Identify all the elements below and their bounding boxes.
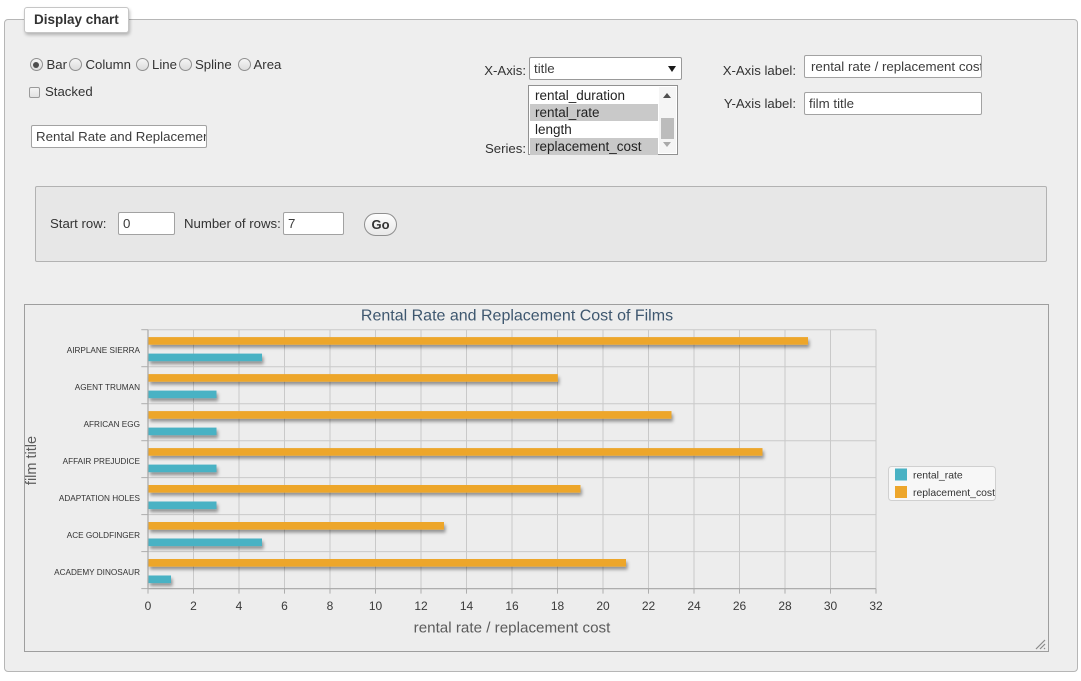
svg-text:18: 18 <box>551 599 565 613</box>
svg-text:6: 6 <box>281 599 288 613</box>
svg-text:8: 8 <box>327 599 334 613</box>
svg-text:20: 20 <box>596 599 610 613</box>
svg-text:ACADEMY DINOSAUR: ACADEMY DINOSAUR <box>54 568 140 577</box>
svg-text:AFFAIR PREJUDICE: AFFAIR PREJUDICE <box>63 457 141 466</box>
svg-text:0: 0 <box>145 599 152 613</box>
svg-text:Rental Rate and Replacement Co: Rental Rate and Replacement Cost of Film… <box>361 308 673 325</box>
svg-text:rental rate / replacement cost: rental rate / replacement cost <box>414 620 611 637</box>
svg-text:film title: film title <box>25 436 40 485</box>
svg-text:10: 10 <box>369 599 383 613</box>
svg-text:24: 24 <box>687 599 701 613</box>
svg-text:26: 26 <box>733 599 747 613</box>
svg-text:14: 14 <box>460 599 474 613</box>
svg-text:12: 12 <box>414 599 428 613</box>
svg-text:4: 4 <box>236 599 243 613</box>
svg-text:ADAPTATION HOLES: ADAPTATION HOLES <box>59 494 141 503</box>
svg-text:AFRICAN EGG: AFRICAN EGG <box>84 420 140 429</box>
svg-text:AIRPLANE SIERRA: AIRPLANE SIERRA <box>67 346 141 355</box>
svg-text:30: 30 <box>824 599 838 613</box>
svg-text:28: 28 <box>778 599 792 613</box>
svg-text:2: 2 <box>190 599 197 613</box>
svg-text:32: 32 <box>869 599 883 613</box>
svg-text:AGENT TRUMAN: AGENT TRUMAN <box>75 383 140 392</box>
svg-text:ACE GOLDFINGER: ACE GOLDFINGER <box>67 531 140 540</box>
svg-text:16: 16 <box>505 599 519 613</box>
svg-text:replacement_cost: replacement_cost <box>913 488 995 499</box>
svg-text:22: 22 <box>642 599 656 613</box>
svg-text:rental_rate: rental_rate <box>913 471 963 482</box>
